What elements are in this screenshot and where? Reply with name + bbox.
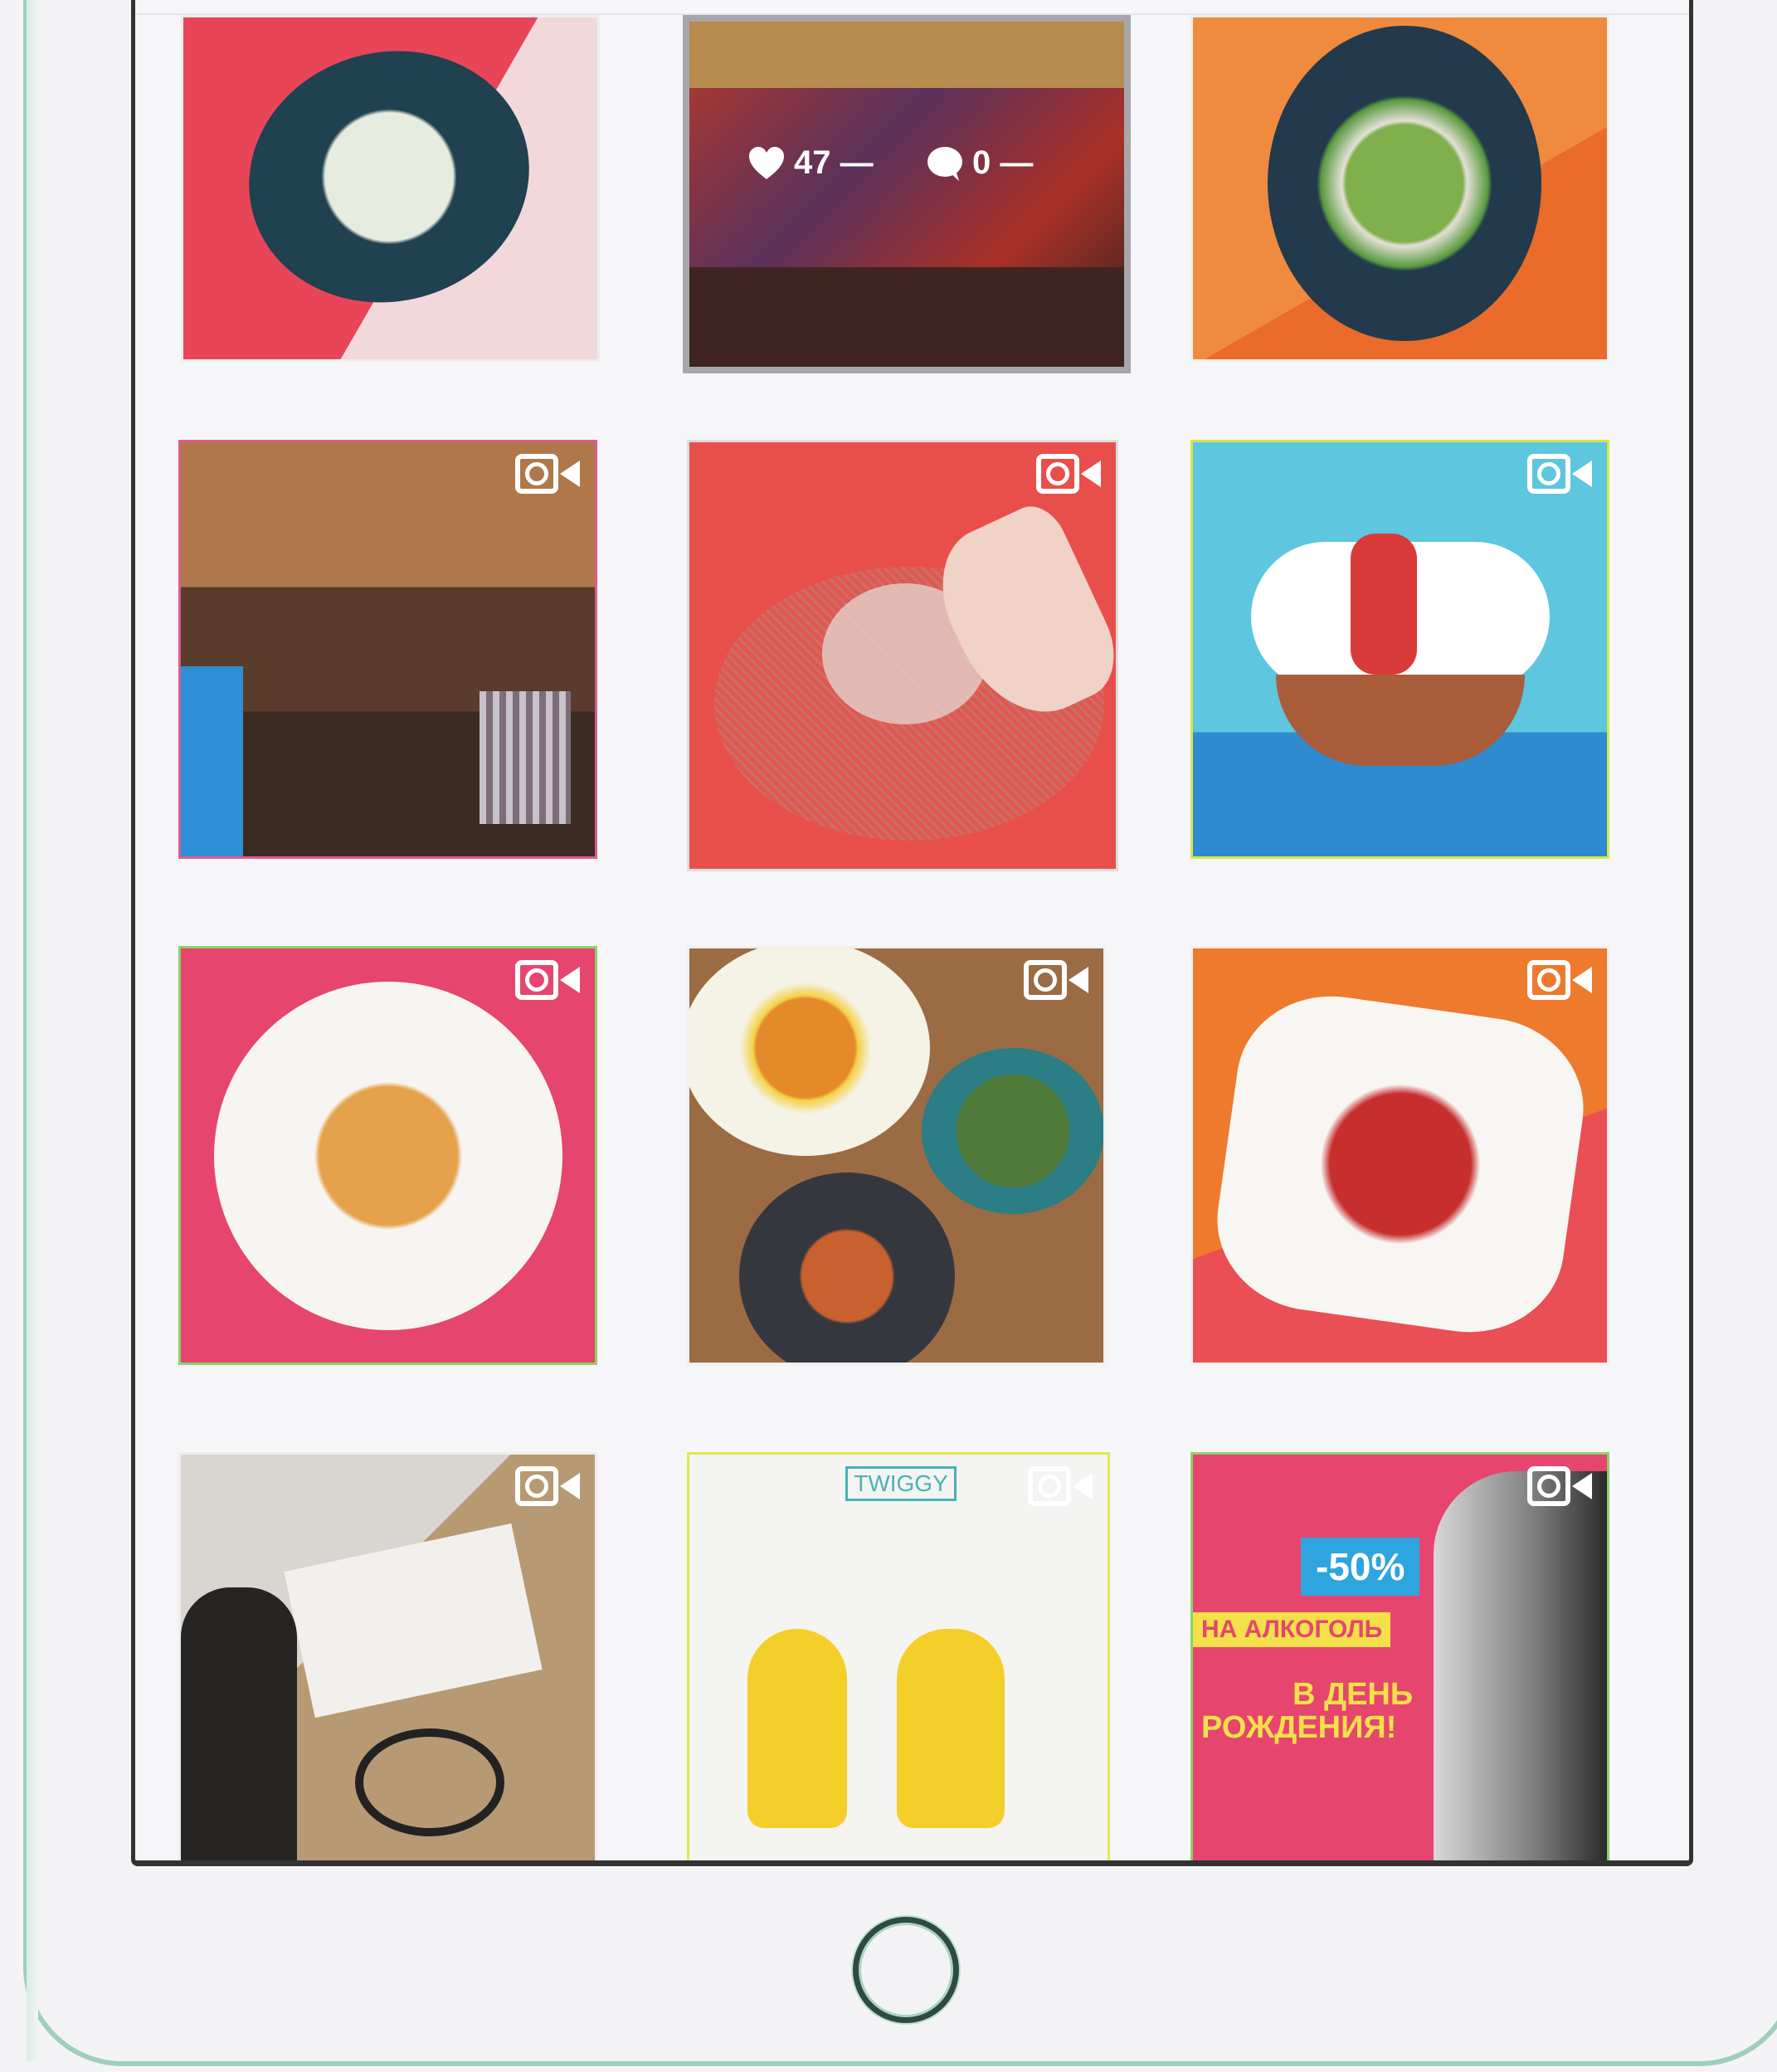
dark-plate	[739, 1173, 955, 1363]
dark-bowl	[220, 20, 558, 334]
blue-wall	[181, 666, 243, 856]
promo-line-alcohol: НА АЛКОГОЛЬ	[1193, 1612, 1391, 1647]
model-portrait	[1434, 1471, 1607, 1860]
post-tile-table-spread[interactable]	[687, 946, 1106, 1365]
polka-plate	[689, 948, 930, 1156]
post-tile-pirate-ship[interactable]	[1190, 440, 1609, 859]
minion-left	[747, 1629, 847, 1828]
square-plate	[1205, 983, 1595, 1345]
pirate-figure	[1351, 534, 1417, 675]
post-tile-dessert-jar[interactable]	[687, 440, 1118, 871]
post-tile-interior-hovered[interactable]: 47 — 0 —	[683, 15, 1131, 373]
tablet-screen: 47 — 0 — TWIGGY -50% НА АЛКОГОЛЬ В ДЕНЬ …	[131, 0, 1693, 1866]
ship-hull	[1276, 675, 1525, 766]
post-tile-birthday-promo[interactable]: -50% НА АЛКОГОЛЬ В ДЕНЬ РОЖДЕНИЯ!	[1190, 1452, 1609, 1860]
video-camera-icon	[1527, 960, 1592, 1000]
video-camera-icon	[1028, 1466, 1093, 1506]
promo-line-birthday-1: В ДЕНЬ	[1293, 1677, 1414, 1712]
video-camera-icon	[1527, 454, 1592, 494]
post-tile-spaghetti[interactable]	[178, 946, 597, 1365]
home-button[interactable]	[853, 1917, 959, 2023]
likes-count: 47 —	[747, 144, 874, 182]
twiggy-logo: TWIGGY	[845, 1466, 957, 1501]
video-camera-icon	[515, 1466, 580, 1506]
post-tile-dumplings[interactable]	[1190, 946, 1609, 1365]
post-tile-restaurant-hall[interactable]	[178, 440, 597, 859]
video-camera-icon	[515, 454, 580, 494]
minion-right	[897, 1629, 1005, 1828]
comments-count: 0 —	[926, 144, 1033, 182]
teal-bowl	[922, 1048, 1103, 1214]
hookah-base	[181, 1587, 297, 1860]
white-plate	[214, 982, 562, 1330]
video-camera-icon	[515, 960, 580, 1000]
tablet-edge	[27, 0, 38, 2061]
video-camera-icon	[1036, 454, 1101, 494]
post-tile-salad-bowl[interactable]	[1190, 15, 1609, 362]
post-tile-hookah-magazine[interactable]	[178, 1452, 597, 1860]
magazine	[284, 1523, 543, 1719]
post-tile-minions[interactable]: TWIGGY	[687, 1452, 1110, 1860]
heart-icon	[749, 146, 784, 179]
promo-line-birthday-2: РОЖДЕНИЯ!	[1201, 1710, 1397, 1745]
comments-label: 0 —	[972, 144, 1034, 181]
video-camera-icon	[1527, 1466, 1592, 1506]
hose-loop	[355, 1728, 504, 1836]
striped-chair	[480, 691, 571, 824]
hover-overlay	[689, 22, 1124, 367]
salad-bowl	[1268, 26, 1541, 341]
video-camera-icon	[1024, 960, 1088, 1000]
discount-badge: -50%	[1301, 1538, 1420, 1596]
likes-label: 47 —	[794, 144, 874, 181]
speech-bubble-icon	[927, 146, 962, 181]
post-tile-risotto[interactable]	[181, 15, 600, 362]
